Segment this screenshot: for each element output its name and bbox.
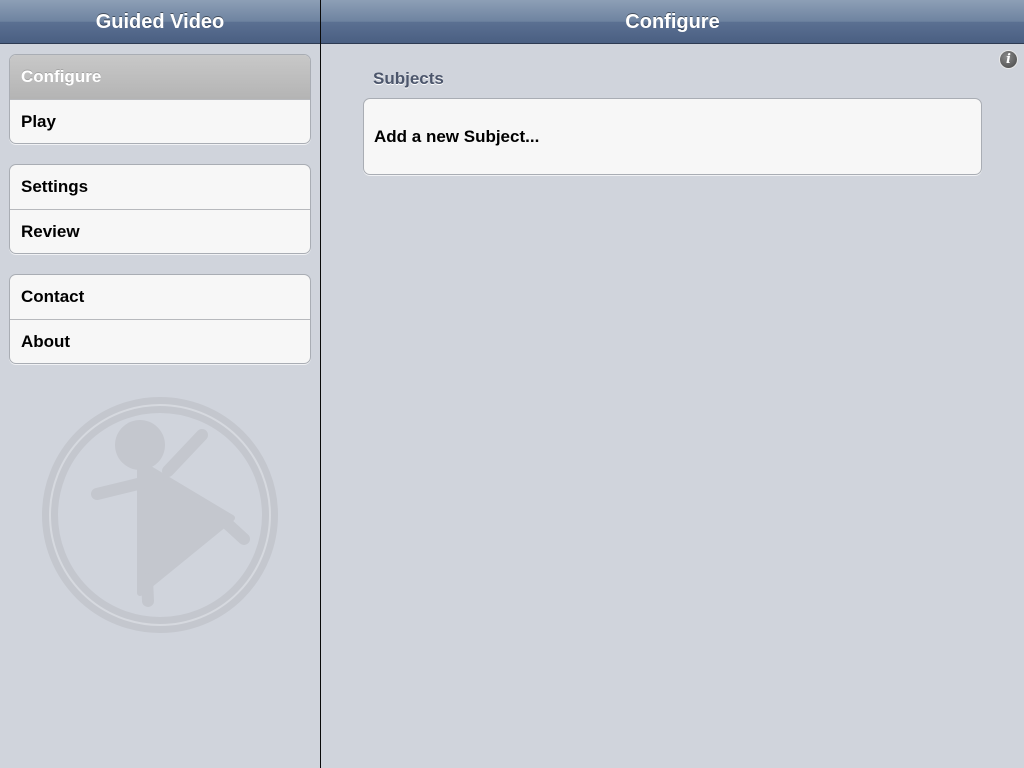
section-header-subjects: Subjects: [373, 69, 444, 88]
master-navigation-bar: Guided Video: [0, 0, 320, 44]
detail-pane: Configure i Subjects Add a new Subject..…: [321, 0, 1024, 768]
menu-item-about[interactable]: About: [10, 319, 310, 363]
master-title: Guided Video: [95, 11, 225, 33]
master-pane: Guided Video Configure Play Settings Rev…: [0, 0, 320, 768]
subjects-table: Add a new Subject...: [363, 98, 982, 175]
info-icon[interactable]: i: [999, 50, 1018, 69]
menu-item-play[interactable]: Play: [10, 99, 310, 143]
menu-item-configure[interactable]: Configure: [10, 55, 310, 99]
menu-item-review[interactable]: Review: [10, 209, 310, 253]
menu-group-main: Configure Play: [9, 54, 311, 144]
guided-video-logo-icon: [42, 397, 278, 633]
detail-navigation-bar: Configure: [321, 0, 1024, 44]
menu-item-settings[interactable]: Settings: [10, 165, 310, 209]
detail-title: Configure: [625, 11, 720, 33]
menu-group-data: Settings Review: [9, 164, 311, 254]
menu-group-info: Contact About: [9, 274, 311, 364]
add-subject-row[interactable]: Add a new Subject...: [364, 99, 981, 174]
menu-item-contact[interactable]: Contact: [10, 275, 310, 319]
